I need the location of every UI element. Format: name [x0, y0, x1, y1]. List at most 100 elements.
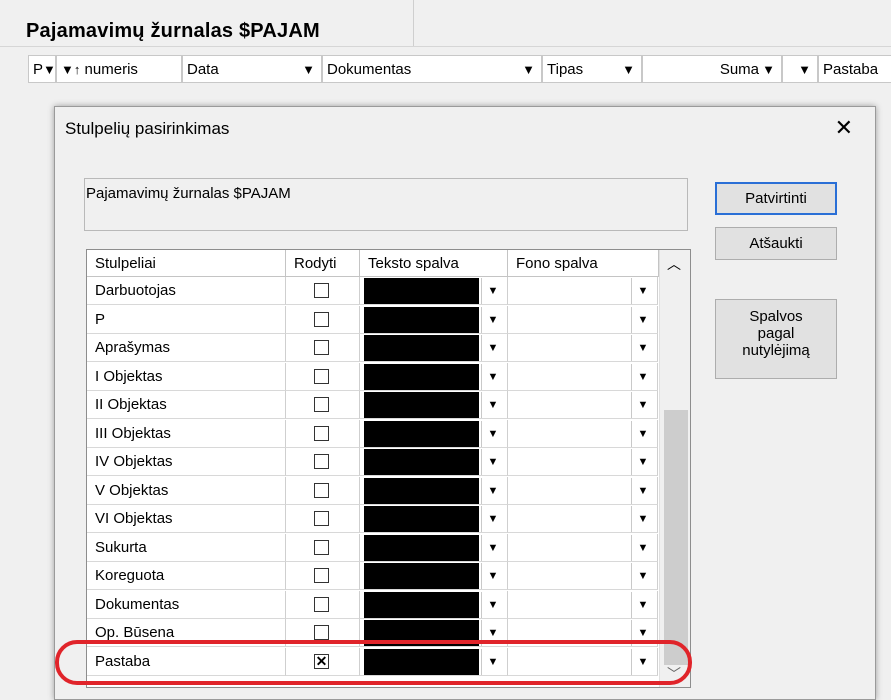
filter-icon[interactable]: ▼	[43, 56, 55, 82]
chevron-down-icon[interactable]: ▼	[631, 278, 654, 304]
chevron-down-icon[interactable]: ▼	[481, 306, 504, 333]
header-stulpeliai[interactable]: Stulpeliai	[87, 250, 286, 277]
filter-icon[interactable]: ▼	[798, 56, 811, 82]
background-color-cell[interactable]: ▼	[508, 590, 658, 619]
text-color-cell[interactable]: ▼	[360, 562, 508, 590]
show-checkbox[interactable]	[314, 454, 329, 469]
background-color-cell[interactable]: ▼	[508, 562, 658, 590]
chevron-down-icon[interactable]: ▼	[631, 363, 654, 390]
text-color-cell[interactable]: ▼	[360, 533, 508, 562]
chevron-down-icon[interactable]: ▼	[631, 534, 654, 561]
filter-sort-icon[interactable]: ▼↑	[61, 56, 80, 82]
background-color-cell[interactable]: ▼	[508, 362, 658, 391]
show-checkbox[interactable]: ✕	[314, 653, 329, 669]
chevron-down-icon[interactable]: ▼	[631, 420, 654, 447]
text-color-cell[interactable]: ▼	[360, 391, 508, 419]
scroll-up-icon[interactable]: ︿	[667, 254, 681, 274]
text-color-cell[interactable]: ▼	[360, 505, 508, 533]
show-checkbox[interactable]	[314, 311, 329, 327]
show-checkbox[interactable]	[314, 368, 329, 384]
chevron-down-icon[interactable]: ▼	[481, 620, 504, 646]
header-rodyti[interactable]: Rodyti	[286, 250, 360, 277]
text-color-cell[interactable]: ▼	[360, 362, 508, 391]
background-color-cell[interactable]: ▼	[508, 533, 658, 562]
grid-scrollbar[interactable]: ︿ ﹀	[659, 250, 690, 687]
column-header-narrow[interactable]: ▼	[782, 55, 818, 83]
filter-icon[interactable]: ▼	[522, 56, 535, 82]
chevron-down-icon[interactable]: ▼	[481, 563, 504, 589]
chevron-down-icon[interactable]: ▼	[481, 506, 504, 532]
text-color-cell[interactable]: ▼	[360, 590, 508, 619]
show-checkbox[interactable]	[314, 340, 329, 355]
chevron-down-icon[interactable]: ▼	[631, 335, 654, 361]
chevron-down-icon[interactable]: ▼	[631, 449, 654, 475]
chevron-down-icon[interactable]: ▼	[481, 477, 504, 504]
chevron-down-icon[interactable]: ▼	[631, 648, 654, 675]
text-color-cell[interactable]: ▼	[360, 647, 508, 676]
chevron-down-icon[interactable]: ▼	[631, 563, 654, 589]
background-color-cell[interactable]: ▼	[508, 277, 658, 305]
show-checkbox[interactable]	[314, 283, 329, 298]
chevron-down-icon[interactable]: ▼	[481, 449, 504, 475]
background-color-cell[interactable]: ▼	[508, 305, 658, 334]
chevron-down-icon[interactable]: ▼	[481, 648, 504, 675]
text-color-cell[interactable]: ▼	[360, 448, 508, 476]
filter-icon[interactable]: ▼	[622, 56, 635, 82]
show-checkbox[interactable]	[314, 397, 329, 412]
background-color-cell[interactable]: ▼	[508, 391, 658, 419]
background-color-cell[interactable]: ▼	[508, 448, 658, 476]
background-color-cell[interactable]: ▼	[508, 476, 658, 505]
header-background-color[interactable]: Fono spalva	[508, 250, 659, 277]
text-color-cell[interactable]: ▼	[360, 619, 508, 647]
header-text-color[interactable]: Teksto spalva	[360, 250, 508, 277]
scrollbar-thumb[interactable]	[664, 410, 688, 665]
chevron-down-icon[interactable]: ▼	[481, 363, 504, 390]
column-header-p[interactable]: P▼	[28, 55, 56, 83]
chevron-down-icon[interactable]: ▼	[631, 477, 654, 504]
column-header-pastaba[interactable]: Pastaba	[818, 55, 891, 83]
column-header-tipas[interactable]: Tipas ▼	[542, 55, 642, 83]
chevron-down-icon[interactable]: ▼	[481, 420, 504, 447]
background-color-swatch	[512, 449, 627, 475]
text-color-cell[interactable]: ▼	[360, 305, 508, 334]
chevron-down-icon[interactable]: ▼	[481, 591, 504, 618]
text-color-cell[interactable]: ▼	[360, 277, 508, 305]
chevron-down-icon[interactable]: ▼	[631, 620, 654, 646]
text-color-cell[interactable]: ▼	[360, 419, 508, 448]
background-color-cell[interactable]: ▼	[508, 619, 658, 647]
chevron-down-icon[interactable]: ▼	[481, 392, 504, 418]
columns-grid: Stulpeliai Rodyti Teksto spalva Fono spa…	[86, 249, 691, 688]
cancel-button[interactable]: Atšaukti	[715, 227, 837, 260]
background-color-cell[interactable]: ▼	[508, 419, 658, 448]
text-color-cell[interactable]: ▼	[360, 334, 508, 362]
filter-icon[interactable]: ▼	[302, 56, 315, 82]
show-checkbox[interactable]	[314, 596, 329, 612]
chevron-down-icon[interactable]: ▼	[631, 392, 654, 418]
close-icon[interactable]: ✕	[835, 117, 853, 139]
chevron-down-icon[interactable]: ▼	[481, 278, 504, 304]
show-checkbox[interactable]	[314, 425, 329, 441]
background-color-cell[interactable]: ▼	[508, 505, 658, 533]
show-checkbox[interactable]	[314, 511, 329, 526]
chevron-down-icon[interactable]: ▼	[481, 534, 504, 561]
default-colors-button[interactable]: Spalvos pagal nutylėjimą	[715, 299, 837, 379]
show-checkbox[interactable]	[314, 482, 329, 498]
show-checkbox[interactable]	[314, 568, 329, 583]
confirm-button[interactable]: Patvirtinti	[715, 182, 837, 215]
chevron-down-icon[interactable]: ▼	[631, 306, 654, 333]
scroll-down-icon[interactable]: ﹀	[667, 664, 681, 684]
filter-icon[interactable]: ▼	[762, 56, 775, 82]
chevron-down-icon[interactable]: ▼	[631, 506, 654, 532]
column-header-dokumentas[interactable]: Dokumentas ▼	[322, 55, 542, 83]
column-header-suma[interactable]: Suma ▼	[642, 55, 782, 83]
dialog-title: Stulpelių pasirinkimas	[65, 119, 230, 138]
show-checkbox[interactable]	[314, 539, 329, 555]
text-color-cell[interactable]: ▼	[360, 476, 508, 505]
show-checkbox[interactable]	[314, 625, 329, 640]
column-header-numeris[interactable]: ▼↑ numeris	[56, 55, 182, 83]
background-color-cell[interactable]: ▼	[508, 647, 658, 676]
background-color-cell[interactable]: ▼	[508, 334, 658, 362]
column-header-data[interactable]: Data ▼	[182, 55, 322, 83]
chevron-down-icon[interactable]: ▼	[631, 591, 654, 618]
chevron-down-icon[interactable]: ▼	[481, 335, 504, 361]
